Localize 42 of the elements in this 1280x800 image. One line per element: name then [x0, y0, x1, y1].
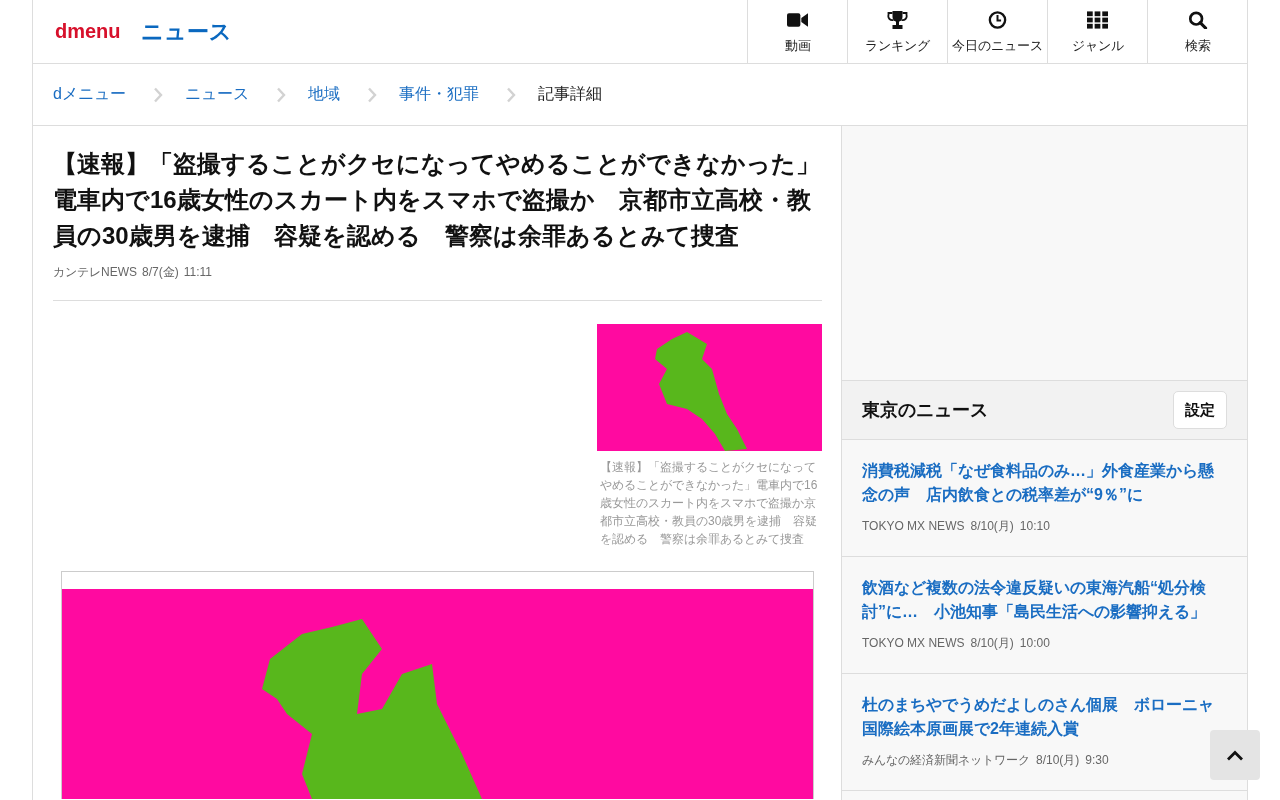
video-camera-icon: [787, 11, 808, 29]
news-date: 8/10(月): [970, 518, 1014, 535]
search-icon: [1187, 11, 1208, 29]
article-title: 【速報】「盗撮することがクセになってやめることができなかった」電車内で16歳女性のスカート内をスマホで盗撮か 京都市立高校・教員の30歳男を逮捕 容疑を認める 警察は余罪あるとみて捜査: [53, 149, 821, 251]
article-date: 8/7(金): [142, 264, 179, 281]
current-page-label: 記事詳細: [537, 84, 602, 104]
nav-item[interactable]: ジャンル: [1047, 0, 1147, 63]
news-time: 10:00: [1019, 635, 1050, 652]
nav-item[interactable]: 今日のニュース: [947, 0, 1047, 63]
chevron-right-icon: [505, 86, 516, 103]
news-date: 8/10(月): [970, 635, 1014, 652]
breadcrumb-link[interactable]: 地域: [307, 84, 340, 105]
section-title[interactable]: ニュース: [140, 16, 232, 47]
chevron-up-icon: [1226, 749, 1244, 761]
logo-text[interactable]: dmenu: [55, 20, 121, 43]
grid-icon: [1087, 11, 1108, 29]
article-time: 11:11: [183, 264, 212, 281]
news-source: みんなの経済新聞ネットワーク: [862, 752, 1030, 769]
chevron-right-icon: [366, 86, 377, 103]
trophy-icon: [887, 11, 908, 29]
back-to-top-button[interactable]: [1210, 730, 1260, 780]
news-source: TOKYO MX NEWS: [862, 635, 965, 652]
news-time: 10:10: [1019, 518, 1050, 535]
news-source: TOKYO MX NEWS: [862, 518, 965, 535]
news-link[interactable]: 飲酒など複数の法令違反疑いの東海汽船“処分検討”に… 小池知事「島民生活への影響抑える」: [862, 576, 1227, 624]
news-date: 8/10(月): [1036, 752, 1080, 769]
clock-icon: [987, 11, 1008, 29]
image-caption: 【速報】「盗撮することがクセになってやめることができなかった」電車内で16歳女性のスカート内をスマホで盗撮か京都市立高校・教員の30歳男を逮捕 容疑を認める 警察は余罪あるとみて捜査: [600, 459, 819, 548]
news-time: 9:30: [1085, 752, 1109, 769]
nav-item[interactable]: 検索: [1147, 0, 1247, 63]
chevron-right-icon: [152, 86, 163, 103]
nav-item[interactable]: 動画: [747, 0, 847, 63]
sidebar-heading: 東京のニュース: [862, 399, 988, 422]
news-link[interactable]: 杜のまちやでうめだよしのさん個展 ボローニャ国際絵本原画展で2年連続入賞: [862, 693, 1227, 741]
chevron-right-icon: [275, 86, 286, 103]
breadcrumb-link[interactable]: ニュース: [184, 84, 249, 105]
nav-item[interactable]: ランキング: [847, 0, 947, 63]
news-link[interactable]: 消費税減税「なぜ食料品のみ…」外食産業から懸念の声 店内飲食との税率差が“9％”に: [862, 459, 1227, 507]
settings-button[interactable]: 設定: [1173, 391, 1227, 429]
article-source: カンテレNEWS: [53, 264, 137, 281]
breadcrumb-link[interactable]: dメニュー: [53, 84, 126, 105]
breadcrumb-link[interactable]: 事件・犯罪: [398, 84, 479, 105]
